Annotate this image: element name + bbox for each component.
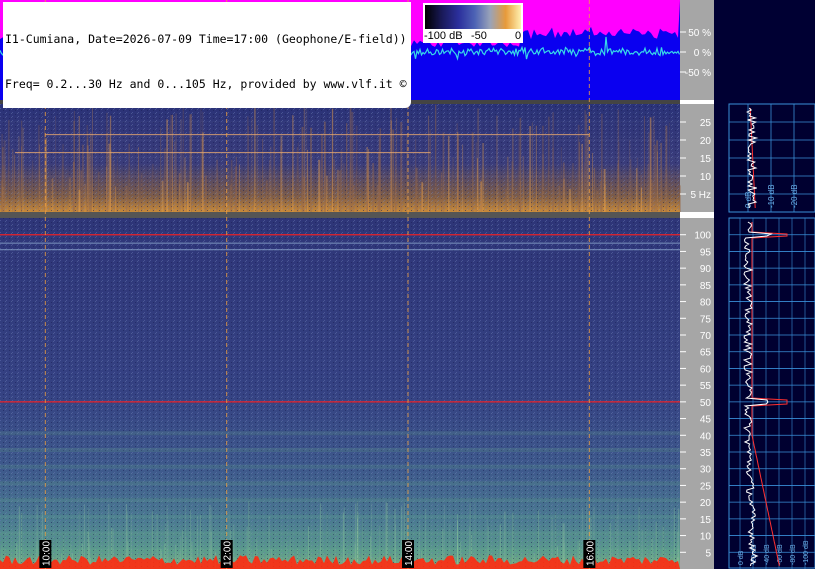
lower-freq-tick-label: 50 xyxy=(700,398,712,409)
station-info: I1-Cumiana, Date=2026-07-09 Time=17:00 (… xyxy=(5,32,407,46)
upper-freq-tick-label: 20 xyxy=(700,136,712,147)
lower-freq-tick-label: 80 xyxy=(700,298,712,309)
time-tick-label: 10:00 xyxy=(41,541,52,566)
colorbar-label-mid: -50 xyxy=(471,30,487,42)
lower-freq-tick-label: 15 xyxy=(700,515,712,526)
side-lower-db-label: -40 dB xyxy=(764,544,771,565)
lower-freq-tick-label: 95 xyxy=(700,247,712,258)
lower-freq-tick-label: 55 xyxy=(700,381,712,392)
time-tick-label: 16:00 xyxy=(585,541,596,566)
upper-freq-tick-label: 10 xyxy=(700,172,712,183)
lower-freq-tick-label: 60 xyxy=(700,364,712,375)
lower-freq-tick-label: 70 xyxy=(700,331,712,342)
waveform-tick-label: -50 % xyxy=(685,68,711,79)
colorbar-gradient xyxy=(425,5,521,29)
lower-freq-tick-label: 20 xyxy=(700,498,712,509)
side-upper-db-label: 0 dB xyxy=(744,192,753,208)
side-spectrum-lower xyxy=(728,217,815,569)
upper-freq-tick-label: 15 xyxy=(700,154,712,165)
time-tick-label: 12:00 xyxy=(223,541,234,566)
frequency-info: Freq= 0.2...30 Hz and 0...105 Hz, provid… xyxy=(5,77,407,91)
side-lower-db-label: -80 dB xyxy=(790,544,797,565)
waveform-tick-label: 0 % xyxy=(694,48,711,59)
lower-freq-tick-label: 75 xyxy=(700,314,712,325)
side-upper-db-label: -20 dB xyxy=(790,184,799,208)
time-tick-label: 14:00 xyxy=(404,541,415,566)
separator-lower xyxy=(0,212,680,218)
lower-freq-tick-label: 30 xyxy=(700,465,712,476)
lower-freq-tick-label: 85 xyxy=(700,281,712,292)
info-header: I1-Cumiana, Date=2026-07-09 Time=17:00 (… xyxy=(3,2,411,108)
upper-freq-tick-label: 5 Hz xyxy=(690,190,711,201)
lower-freq-tick-label: 40 xyxy=(700,431,712,442)
lower-freq-tick-label: 65 xyxy=(700,348,712,359)
lower-freq-tick-label: 25 xyxy=(700,481,712,492)
colorbar-label-max: 0 xyxy=(515,30,522,42)
lower-freq-tick-label: 10 xyxy=(700,532,712,543)
lower-freq-tick-label: 5 xyxy=(705,548,711,559)
colorbar-label-min: -100 dB xyxy=(424,30,463,42)
side-lower-db-label: 0 dB xyxy=(738,550,745,565)
colorbar: -100 dB -50 0 xyxy=(423,3,523,43)
waveform-tick-label: 50 % xyxy=(688,28,711,39)
lower-freq-tick-label: 35 xyxy=(700,448,712,459)
lower-freq-tick-label: 90 xyxy=(700,264,712,275)
lower-freq-tick-label: 45 xyxy=(700,415,712,426)
side-lower-db-label: -100 dB xyxy=(803,540,810,565)
lower-freq-tick-label: 100 xyxy=(694,231,711,242)
side-upper-db-label: -10 dB xyxy=(767,184,776,208)
upper-freq-tick-label: 25 xyxy=(700,118,712,129)
